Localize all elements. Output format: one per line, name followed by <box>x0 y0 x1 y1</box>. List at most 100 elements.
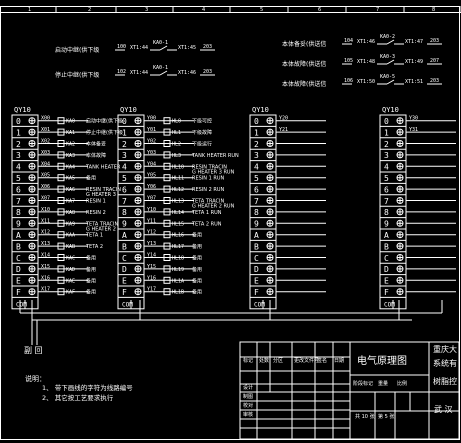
signal-label: 备用 <box>86 266 96 273</box>
wire-number: Y30 <box>409 116 418 122</box>
wire-number: Y14 <box>147 253 156 259</box>
module-row-label: 2 <box>122 140 127 149</box>
wire-number: Y05 <box>147 173 156 179</box>
terminal-ref: XT1:49 <box>405 59 423 65</box>
signal-label: TANK HEATER RUN <box>191 153 239 159</box>
device-tag: KA2 <box>66 142 75 148</box>
wire-number: Y21 <box>279 127 288 133</box>
ruler-number: 3 <box>145 7 148 13</box>
relay-coil: KA0-1 <box>153 65 168 71</box>
module-row-label: D <box>122 265 127 274</box>
bus-lines <box>19 300 443 345</box>
wire-number: Y16 <box>147 275 156 281</box>
title-block-city: 武 汉 <box>434 404 453 414</box>
module-row-label: A <box>384 231 389 240</box>
relay-coil: KA0-2 <box>380 34 395 40</box>
ruler-number: 8 <box>432 7 435 13</box>
wire-number: Y02 <box>147 139 156 145</box>
module-row-label: A <box>16 231 21 240</box>
wire-number: Y12 <box>147 230 156 236</box>
wire-number: X07 <box>41 196 50 202</box>
device-tag: HL12 <box>172 187 184 193</box>
device-tag: HL13 <box>172 199 184 205</box>
title-block-cell: 更改文件号 <box>294 357 319 364</box>
signal-label: 下级运行 <box>192 141 212 148</box>
module-row-label: 3 <box>122 151 127 160</box>
wire-number: 207 <box>430 58 439 64</box>
signal-label: G HEATER 3 <box>86 192 116 198</box>
module-row-label: B <box>122 242 127 251</box>
module-row-label: 2 <box>16 140 21 149</box>
ruler-top: 1 2 3 4 5 6 7 8 <box>28 6 461 13</box>
wire-number: X03 <box>41 150 50 156</box>
module-row-label: 8 <box>16 208 21 217</box>
module-row-label: 9 <box>16 220 21 229</box>
drawing-canvas[interactable]: 12345678 启动中继(供下级 100 XT1:44KA0-1XT1:45 203… <box>0 0 461 443</box>
module-row-label: 9 <box>254 220 259 229</box>
module-4: QY10 0 Y30 1 Y31 2 3 4 5 6 7 8 9 ABCDEF COM <box>379 106 456 310</box>
module-row-label: A <box>254 231 259 240</box>
title-block-cell: 第 5 张 <box>378 413 394 420</box>
wire-number: Y07 <box>147 196 156 202</box>
terminal-ref: XT1:46 <box>178 70 196 76</box>
device-tag: HL10 <box>172 164 184 170</box>
signal-label: RESIN 2 <box>86 210 106 216</box>
wire-number: Y03 <box>147 150 156 156</box>
module-row-label: 1 <box>254 128 259 137</box>
wire-number: 102 <box>117 69 126 75</box>
relay-row-right-1: 本体故障(供送信 105 XT1:48 KA0-3 XT1:49 207 <box>282 54 442 68</box>
module-row-label: 6 <box>16 185 21 194</box>
notes-title: 说明： <box>25 374 46 383</box>
module-row-label: COM <box>254 301 265 308</box>
module-row-label: 1 <box>16 128 21 137</box>
module-1: QY10 0 X00 KA0 启动中继(供下级 1 X01 KA1 停止中继(供下级 2 X02 KA… <box>11 106 123 310</box>
wire-number: 203 <box>430 38 439 44</box>
module-row-label: D <box>16 265 21 274</box>
relay-label: 启动中继(供下级 <box>55 46 99 54</box>
wire-number: 203 <box>430 78 439 84</box>
device-tag: HL11 <box>172 176 184 182</box>
title-block-company-1: 重庆大 <box>433 344 457 354</box>
module-row-label: C <box>384 254 389 263</box>
device-tag: KAB <box>66 244 75 250</box>
wire-number: Y01 <box>147 127 156 133</box>
wire-number: Y31 <box>409 127 418 133</box>
signal-label: RESIN 1 <box>86 199 106 205</box>
module-row-label: 8 <box>254 208 259 217</box>
terminal-ref: XT1:46 <box>357 39 375 45</box>
module-row-label: COM <box>384 301 395 308</box>
signal-label: 备用 <box>192 266 202 273</box>
module-row-label: D <box>384 265 389 274</box>
device-tag: KA9 <box>66 221 75 227</box>
wire-number: X10 <box>41 207 50 213</box>
module-row-label: 5 <box>122 174 127 183</box>
wire-number: Y06 <box>147 184 156 190</box>
title-block-title: 电气原理图 <box>357 354 407 367</box>
device-tag: KA1 <box>66 130 75 136</box>
module-row-label: E <box>122 277 127 286</box>
module-row-label: B <box>16 242 21 251</box>
wire-number: Y15 <box>147 264 156 270</box>
signal-label: 停止中继(供下级 <box>86 129 123 136</box>
signal-label: 本体故障 <box>86 152 106 159</box>
signal-label: 备用 <box>86 255 96 262</box>
ruler-number: 1 <box>28 7 31 13</box>
wire-number: X02 <box>41 139 50 145</box>
module-row-label: 4 <box>16 163 21 172</box>
wire-number: X14 <box>41 253 50 259</box>
title-block-cell: 共 10 张 <box>355 413 375 420</box>
title-block-cell: 阶段标记 <box>353 380 373 387</box>
module-3: QY10 0 Y20 1 Y21 2 3 4 5 6 7 8 9 ABCDEF COM <box>249 106 326 310</box>
module-row-label: F <box>16 288 21 297</box>
module-name: QY10 <box>14 106 31 114</box>
module-row-label: 2 <box>384 140 389 149</box>
wire-number: X15 <box>41 264 50 270</box>
title-block-project: 树脂控 <box>433 376 457 386</box>
title-block-cell: 处数 <box>259 357 269 364</box>
title-block-cell: 设计 <box>243 384 253 391</box>
module-name: QY10 <box>382 106 399 114</box>
signal-label: 备用 <box>192 277 202 284</box>
signal-label: RESIN 1 RUN <box>192 176 225 182</box>
title-block-cell: 日期 <box>334 358 344 364</box>
signal-label: 备用 <box>192 255 202 262</box>
